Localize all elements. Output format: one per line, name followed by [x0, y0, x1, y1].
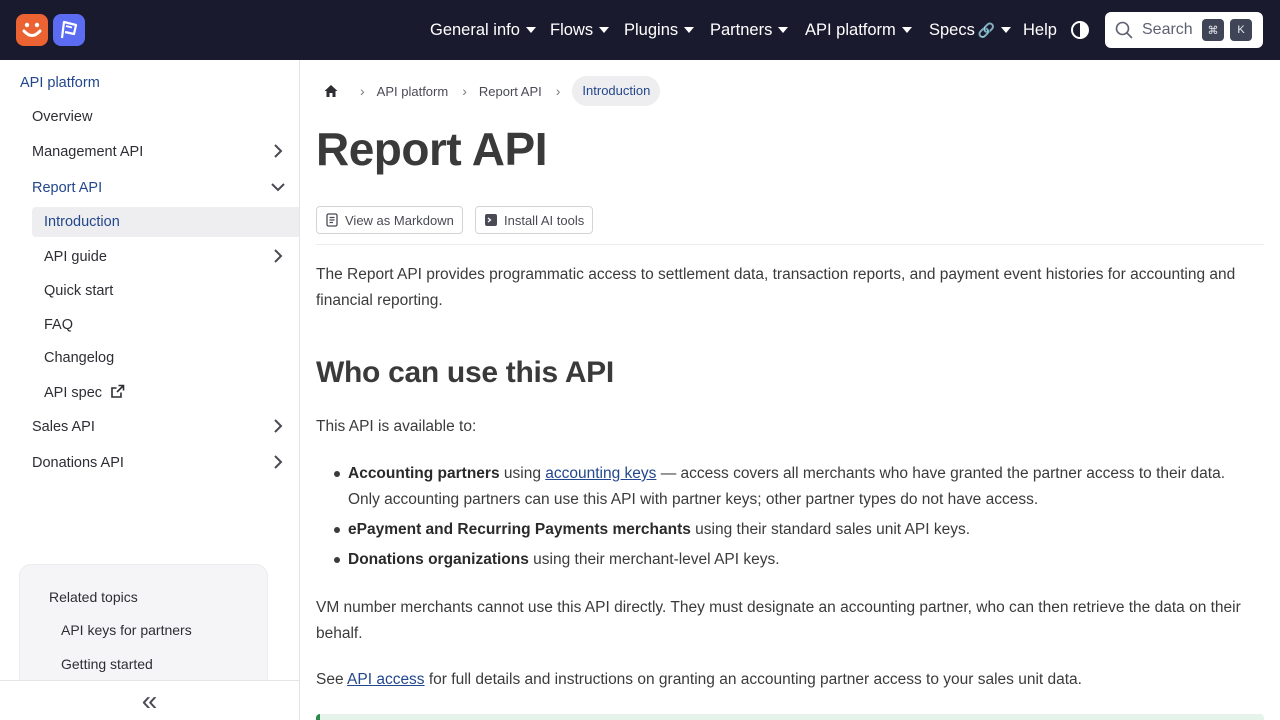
chevron-right-icon[interactable]: [270, 248, 286, 264]
install-ai-tools-label: Install AI tools: [504, 212, 585, 228]
chevron-down-icon: [684, 27, 695, 33]
see-text: See: [316, 671, 348, 688]
vm-note-paragraph: VM number merchants cannot use this API …: [316, 599, 1241, 642]
sidebar-item-donations-api[interactable]: Donations API: [32, 455, 124, 471]
nav-flows-label: Flows: [550, 20, 594, 39]
bullet-text: using: [499, 465, 546, 482]
sidebar-item-overview[interactable]: Overview: [32, 109, 92, 125]
nav-plugins-label: Plugins: [624, 20, 679, 39]
chevron-down-icon: [599, 27, 610, 33]
chevron-right-icon[interactable]: [270, 418, 286, 434]
sidebar-item-sales-api[interactable]: Sales API: [32, 419, 95, 435]
chevron-right-icon[interactable]: [270, 454, 286, 470]
chevron-down-icon: [901, 27, 912, 33]
shortcut-cmd-key: ⌘: [1202, 19, 1224, 41]
install-ai-tools-button[interactable]: Install AI tools: [475, 206, 594, 234]
breadcrumb-separator-icon: ›: [360, 83, 365, 99]
chevron-down-icon[interactable]: [270, 179, 286, 195]
bullet-bold-text: Accounting partners: [348, 465, 500, 482]
search-icon: [1115, 21, 1133, 44]
breadcrumb-separator-icon: ›: [462, 83, 467, 99]
view-as-markdown-label: View as Markdown: [345, 212, 454, 228]
breadcrumb: › API platform › Report API › Introducti…: [316, 76, 661, 106]
nav-partners[interactable]: Partners: [710, 0, 789, 60]
nav-partners-label: Partners: [710, 20, 773, 39]
sidebar-item-introduction[interactable]: Introduction: [44, 214, 120, 230]
sidebar-item-faq[interactable]: FAQ: [44, 317, 73, 333]
bullet-bold-text: ePayment and Recurring Payments merchant…: [348, 521, 691, 538]
bullet-bold-text: Donations organizations: [348, 551, 529, 568]
sidebar-item-quick-start[interactable]: Quick start: [44, 283, 113, 299]
bullet-text: using their standard sales unit API keys…: [690, 521, 971, 538]
document-icon: [326, 213, 338, 227]
accounting-keys-link[interactable]: accounting keys: [545, 465, 656, 482]
nav-general-info[interactable]: General info: [430, 0, 536, 60]
nav-help[interactable]: Help: [1023, 0, 1057, 60]
sidebar: API platform Overview Management API Rep…: [0, 60, 300, 720]
sidebar-item-changelog[interactable]: Changelog: [44, 350, 114, 366]
sidebar-item-api-spec[interactable]: API spec: [44, 384, 125, 401]
double-chevron-left-icon: «: [141, 684, 158, 716]
sidebar-item-management-api[interactable]: Management API: [32, 144, 143, 160]
page-title: Report API: [316, 123, 547, 175]
collapse-sidebar-button[interactable]: «: [0, 680, 299, 720]
home-icon[interactable]: [316, 76, 346, 106]
sidebar-item-api-guide[interactable]: API guide: [44, 249, 107, 265]
chevron-down-icon: [778, 27, 789, 33]
nav-specs-label: Specs: [929, 20, 975, 39]
divider: [316, 244, 1264, 245]
available-to-text: This API is available to:: [316, 418, 477, 435]
api-access-link[interactable]: API access: [347, 671, 425, 688]
sidebar-item-report-api[interactable]: Report API: [32, 180, 102, 196]
nav-api-platform[interactable]: API platform: [805, 0, 912, 60]
link-icon: 🔗: [977, 21, 996, 38]
external-link-icon: [111, 384, 125, 398]
search-label: Search: [1142, 21, 1193, 38]
nav-flows[interactable]: Flows: [550, 0, 610, 60]
list-item: Accounting partners using accounting key…: [334, 461, 1258, 513]
section-heading: Who can use this API: [316, 356, 614, 389]
nav-plugins[interactable]: Plugins: [624, 0, 695, 60]
related-topics-panel: Related topics API keys for partners Get…: [19, 564, 268, 694]
breadcrumb-separator-icon: ›: [555, 83, 561, 99]
shortcut-k-key: K: [1230, 19, 1252, 41]
nav-general-info-label: General info: [430, 20, 520, 39]
intro-paragraph: The Report API provides programmatic acc…: [316, 266, 1236, 309]
breadcrumb-api-platform[interactable]: API platform: [377, 84, 449, 99]
main-content: › API platform › Report API › Introducti…: [300, 60, 1280, 720]
chevron-right-icon[interactable]: [270, 143, 286, 159]
top-navigation-bar: General info Flows Plugins Partners API …: [0, 0, 1280, 60]
nav-api-platform-label: API platform: [805, 20, 896, 39]
sidebar-item-api-spec-label: API spec: [44, 385, 103, 401]
view-as-markdown-button[interactable]: View as Markdown: [316, 206, 463, 234]
nav-help-label: Help: [1023, 20, 1057, 39]
related-topic-link[interactable]: API keys for partners: [61, 622, 192, 638]
terminal-icon: [485, 214, 497, 226]
bullet-text: using their merchant-level API keys.: [528, 551, 780, 568]
list-item: Donations organizations using their merc…: [334, 547, 1258, 573]
list-item: ePayment and Recurring Payments merchant…: [334, 517, 1258, 543]
nav-specs[interactable]: Specs 🔗: [929, 0, 1012, 60]
see-api-access-paragraph: See API access for full details and inst…: [316, 667, 1256, 693]
breadcrumb-report-api[interactable]: Report API: [479, 84, 542, 99]
related-topics-title: Related topics: [49, 589, 138, 605]
smiley-logo-icon[interactable]: [16, 14, 48, 46]
chevron-down-icon: [525, 27, 536, 33]
related-topic-link[interactable]: Getting started: [61, 656, 153, 672]
callout-box: [316, 714, 1264, 720]
breadcrumb-current: Introduction: [572, 76, 661, 106]
flag-logo-icon[interactable]: [53, 14, 85, 46]
sidebar-section-api-platform[interactable]: API platform: [20, 75, 100, 91]
search-button[interactable]: Search ⌘ K: [1105, 12, 1263, 48]
see-text: for full details and instructions on gra…: [424, 671, 1082, 688]
chevron-down-icon: [1001, 27, 1012, 33]
theme-toggle-icon[interactable]: [1070, 20, 1090, 40]
